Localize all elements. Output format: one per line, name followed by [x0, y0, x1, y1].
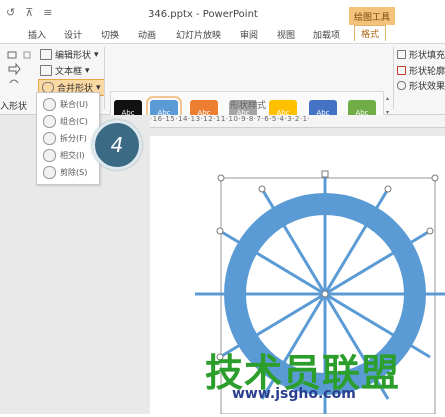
tab-review[interactable]: 审阅	[240, 28, 258, 41]
shape-effects-button[interactable]: 形状效果	[397, 79, 445, 92]
edit-shape-icon	[40, 49, 52, 60]
shape-styles-group-label: 形状样式	[230, 101, 267, 111]
union-icon	[43, 98, 56, 111]
group-divider	[393, 47, 394, 109]
shape-fill-button[interactable]: 形状填充	[397, 48, 445, 61]
shape-outline-label: 形状轮廓	[409, 67, 445, 77]
combine-icon	[43, 115, 56, 128]
tab-addins[interactable]: 加载项	[313, 28, 340, 41]
effects-icon	[397, 81, 406, 90]
menu-item-union[interactable]: 联合(U)	[43, 98, 88, 111]
document-title: 346.pptx - PowerPoint	[148, 9, 258, 20]
step-number-badge: 4	[92, 120, 142, 170]
drawing-tools-label: 绘图工具	[349, 7, 395, 25]
horizontal-ruler: ·16·15·14·13·12·11·10·9·8·7·6·5·4·3·2·1·	[150, 115, 445, 128]
shape-fill-label: 形状填充	[409, 51, 445, 61]
intersect-icon	[43, 149, 56, 162]
tab-design[interactable]: 设计	[64, 28, 82, 41]
paint-bucket-icon	[397, 50, 406, 59]
chevron-down-icon: ▾	[96, 82, 101, 93]
tab-slideshow[interactable]: 幻灯片放映	[176, 28, 221, 41]
group-divider	[104, 47, 105, 109]
shape-outline-button[interactable]: 形状轮廓	[397, 64, 445, 77]
watermark-url: www.jsgho.com	[232, 386, 356, 402]
quick-access-toolbar: ↺ ⊼ ≡	[6, 6, 53, 19]
pen-icon	[397, 66, 406, 75]
fragment-icon	[43, 132, 56, 145]
ribbon-tabs: 插入 设计 切换 动画 幻灯片放映 审阅 视图 加载项 格式	[0, 25, 445, 44]
text-box-label: 文本框	[55, 67, 83, 77]
merge-shapes-menu: 联合(U) 组合(C) 拆分(F) 相交(I) 剪除(S)	[36, 92, 100, 185]
shape-effects-label: 形状效果	[409, 82, 445, 92]
menu-item-label: 组合(C)	[60, 117, 88, 126]
text-box-icon	[40, 65, 52, 76]
edit-shape-label: 编辑形状	[55, 51, 92, 61]
insert-shapes-group-label: 入形状	[0, 102, 28, 112]
redo-icon[interactable]: ↺	[6, 6, 15, 19]
shapes-icon	[7, 51, 31, 84]
menu-item-fragment[interactable]: 拆分(F)	[43, 132, 87, 145]
title-bar: ↺ ⊼ ≡ 346.pptx - PowerPoint 绘图工具	[0, 0, 445, 26]
tab-format[interactable]: 格式	[354, 25, 387, 41]
text-box-button[interactable]: 文本框 ▾	[40, 64, 90, 77]
tab-insert[interactable]: 插入	[28, 28, 46, 41]
edit-shape-button[interactable]: 编辑形状 ▾	[40, 48, 99, 61]
menu-item-label: 剪除(S)	[60, 168, 88, 177]
menu-icon[interactable]: ≡	[43, 6, 52, 19]
chevron-down-icon: ▾	[85, 65, 90, 76]
menu-item-subtract[interactable]: 剪除(S)	[43, 166, 87, 179]
subtract-icon	[43, 166, 56, 179]
menu-item-label: 拆分(F)	[60, 134, 87, 143]
tab-animations[interactable]: 动画	[138, 28, 156, 41]
menu-item-intersect[interactable]: 相交(I)	[43, 149, 85, 162]
menu-item-label: 相交(I)	[60, 151, 85, 160]
tab-view[interactable]: 视图	[277, 28, 295, 41]
tab-transitions[interactable]: 切换	[101, 28, 119, 41]
menu-item-combine[interactable]: 组合(C)	[43, 115, 88, 128]
shapes-gallery[interactable]	[6, 49, 32, 91]
customize-icon[interactable]: ⊼	[25, 6, 33, 19]
menu-item-label: 联合(U)	[60, 100, 89, 109]
chevron-down-icon: ▾	[94, 49, 99, 60]
